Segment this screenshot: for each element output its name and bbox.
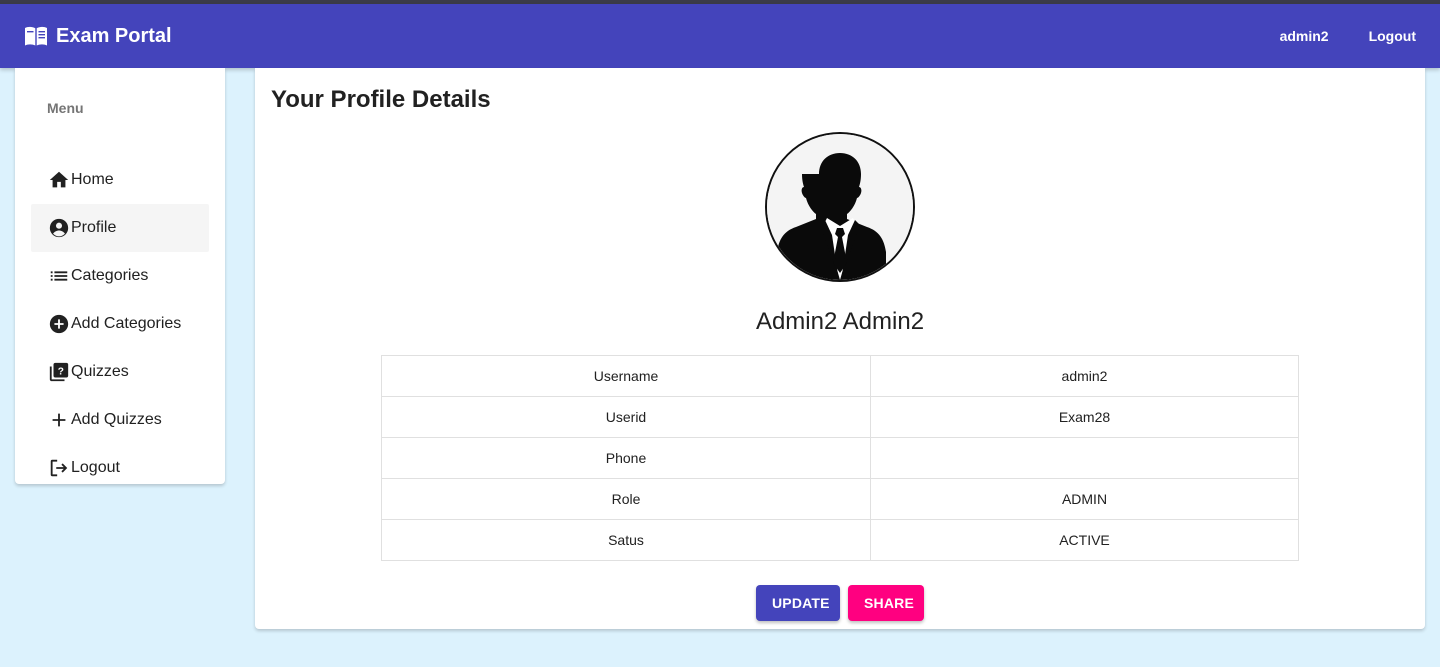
logout-icon — [47, 456, 71, 480]
row-label: Phone — [381, 437, 871, 479]
table-row: Username admin2 — [381, 355, 1299, 397]
row-value — [870, 437, 1299, 479]
table-row: Satus ACTIVE — [381, 519, 1299, 561]
brand-title: Exam Portal — [56, 24, 172, 47]
sidebar-item-label: Add Quizzes — [71, 411, 162, 428]
share-button[interactable]: SHARE — [848, 585, 924, 621]
row-label: Userid — [381, 396, 871, 438]
sidebar-item-add-categories[interactable]: Add Categories — [31, 300, 209, 348]
profile-details-table: Username admin2 Userid Exam28 Phone Role… — [381, 355, 1299, 561]
row-value: ACTIVE — [870, 519, 1299, 561]
sidebar-menu: Home Profile Categories Add Categories ?… — [31, 156, 209, 492]
home-icon — [47, 168, 71, 192]
row-label: Username — [381, 355, 871, 397]
svg-text:?: ? — [58, 366, 64, 377]
table-row: Phone — [381, 437, 1299, 479]
book-icon — [24, 25, 48, 47]
sidebar-item-label: Quizzes — [71, 363, 129, 380]
row-label: Role — [381, 478, 871, 520]
sidebar-item-label: Home — [71, 171, 114, 188]
plus-icon — [47, 408, 71, 432]
account-circle-icon — [47, 216, 71, 240]
page-title: Your Profile Details — [271, 86, 491, 113]
profile-name: Admin2 Admin2 — [755, 308, 925, 335]
avatar — [765, 132, 915, 282]
sidebar-item-label: Profile — [71, 219, 117, 236]
sidebar-item-label: Logout — [71, 459, 120, 476]
profile-actions: UPDATE SHARE — [255, 585, 1425, 621]
sidebar-item-home[interactable]: Home — [31, 156, 209, 204]
row-label: Satus — [381, 519, 871, 561]
quiz-icon: ? — [47, 360, 71, 384]
list-icon — [47, 264, 71, 288]
sidebar-item-categories[interactable]: Categories — [31, 252, 209, 300]
menu-title: Menu — [47, 100, 84, 116]
sidebar-item-quizzes[interactable]: ? Quizzes — [31, 348, 209, 396]
update-button[interactable]: UPDATE — [756, 585, 840, 621]
table-row: Role ADMIN — [381, 478, 1299, 520]
table-row: Userid Exam28 — [381, 396, 1299, 438]
sidebar-item-logout[interactable]: Logout — [31, 444, 209, 492]
row-value: ADMIN — [870, 478, 1299, 520]
navbar-logout-button[interactable]: Logout — [1353, 18, 1432, 54]
row-value: admin2 — [870, 355, 1299, 397]
row-value: Exam28 — [870, 396, 1299, 438]
sidebar-item-add-quizzes[interactable]: Add Quizzes — [31, 396, 209, 444]
navbar-actions: admin2 Logout — [1264, 4, 1440, 68]
brand[interactable]: Exam Portal — [24, 22, 172, 50]
sidebar-item-label: Add Categories — [71, 315, 182, 332]
top-navbar: Exam Portal admin2 Logout — [0, 4, 1440, 68]
add-circle-icon — [47, 312, 71, 336]
sidebar-item-profile[interactable]: Profile — [31, 204, 209, 252]
username-link[interactable]: admin2 — [1264, 18, 1345, 54]
sidebar: Menu Home Profile Categories Add Categor… — [15, 68, 225, 484]
person-silhouette-icon — [767, 134, 913, 280]
profile-card: Your Profile Details Admin2 Admin2 Usern… — [255, 68, 1425, 629]
sidebar-item-label: Categories — [71, 267, 149, 284]
